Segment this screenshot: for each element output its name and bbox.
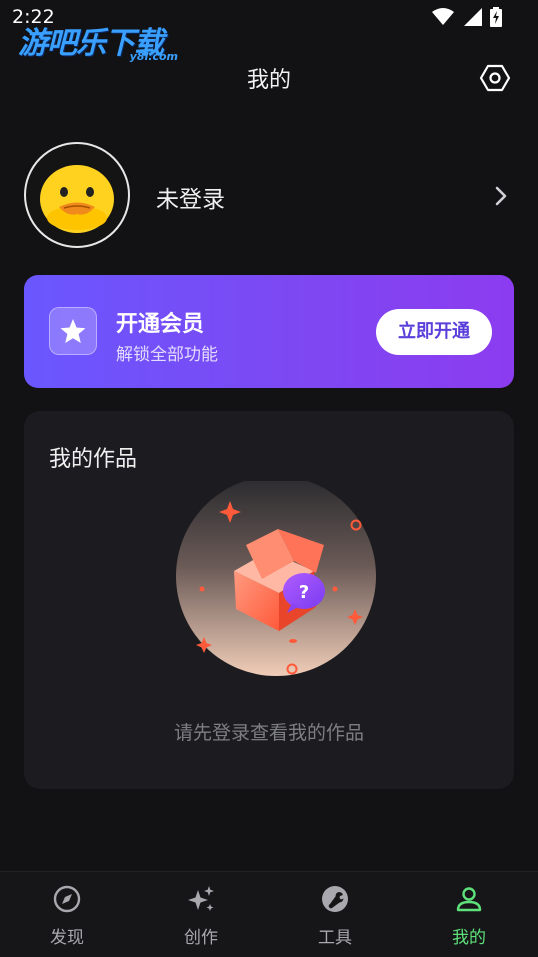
vip-title: 开通会员 xyxy=(116,312,205,337)
tab-label: 创作 xyxy=(184,928,218,948)
compass-icon xyxy=(53,885,81,913)
vip-star-badge xyxy=(49,307,97,355)
empty-box-illustration: ? xyxy=(176,481,376,676)
page-title: 我的 xyxy=(246,68,291,93)
works-title: 我的作品 xyxy=(49,447,138,472)
wrench-icon xyxy=(322,886,348,912)
works-empty-text: 请先登录查看我的作品 xyxy=(173,722,364,744)
vip-banner[interactable]: 开通会员 解锁全部功能 立即开通 xyxy=(24,275,514,388)
profile-row[interactable]: 未登录 xyxy=(24,142,514,252)
svg-text:?: ? xyxy=(299,582,309,603)
status-icons xyxy=(432,7,502,27)
tab-label: 工具 xyxy=(318,928,352,948)
tab-tools[interactable]: 工具 xyxy=(268,872,402,957)
battery-icon xyxy=(490,7,502,27)
username-label: 未登录 xyxy=(156,187,225,213)
signal-icon xyxy=(464,8,482,26)
vip-open-button[interactable]: 立即开通 xyxy=(376,309,492,355)
tab-mine[interactable]: 我的 xyxy=(402,872,536,957)
avatar[interactable] xyxy=(24,142,130,248)
wifi-icon xyxy=(432,8,454,25)
sparkle-icon xyxy=(188,886,214,911)
tab-discover[interactable]: 发现 xyxy=(0,872,134,957)
settings-button[interactable] xyxy=(479,62,511,94)
star-icon xyxy=(60,319,86,343)
bottom-tab-bar: 发现 创作 工具 我的 xyxy=(0,871,538,957)
tab-create[interactable]: 创作 xyxy=(134,872,268,957)
watermark-logo: 游吧乐下载 y8l.com xyxy=(18,18,188,64)
chevron-right-icon xyxy=(495,186,507,206)
person-icon xyxy=(456,887,482,912)
settings-hex-icon xyxy=(479,64,511,92)
tab-label: 发现 xyxy=(50,928,84,948)
tab-label: 我的 xyxy=(452,928,486,948)
vip-subtitle: 解锁全部功能 xyxy=(116,345,218,365)
duck-avatar-icon xyxy=(40,165,114,233)
works-card: 我的作品 ? 请先登录查看我的作品 xyxy=(24,411,514,789)
